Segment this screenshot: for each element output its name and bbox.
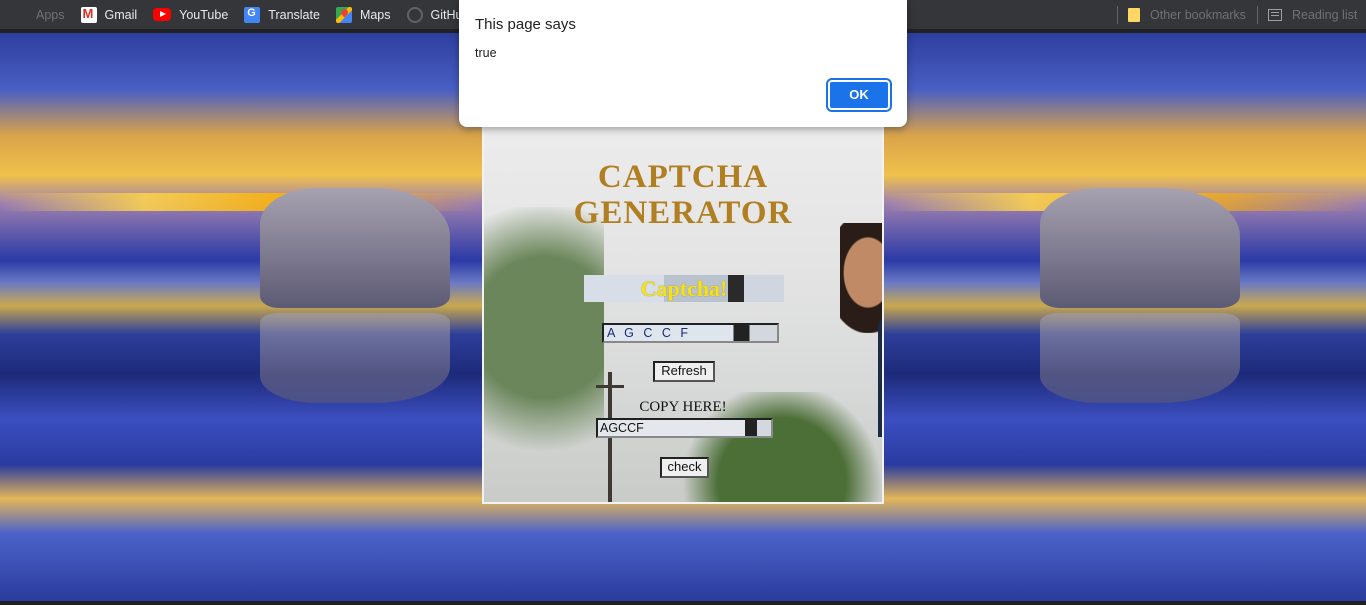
apps-shortcut[interactable]: Apps	[12, 7, 65, 23]
alert-dialog: This page says true OK	[459, 0, 907, 127]
bookmark-translate[interactable]: Translate	[244, 6, 320, 23]
person-photo	[840, 223, 882, 333]
apps-label: Apps	[36, 7, 65, 22]
bookmark-label: Gmail	[104, 7, 138, 22]
bookmark-youtube[interactable]: YouTube	[153, 8, 228, 22]
tree-foliage	[484, 207, 604, 502]
utility-pole	[608, 372, 612, 502]
captcha-banner-text: Captcha!	[640, 276, 728, 301]
divider	[1257, 5, 1258, 24]
captcha-card: CAPTCHA GENERATOR Captcha! A G C C F Ref…	[482, 125, 884, 504]
rock-reflection	[1040, 313, 1240, 403]
apps-grid-icon	[12, 7, 28, 23]
title-line-2: GENERATOR	[573, 195, 793, 231]
reading-list-icon	[1268, 8, 1282, 21]
page-title: CAPTCHA GENERATOR	[484, 159, 882, 231]
reading-list[interactable]: Reading list	[1257, 0, 1357, 29]
bookmark-label: YouTube	[179, 7, 229, 22]
utility-pole-bar	[596, 385, 624, 388]
copy-here-label: COPY HERE!	[639, 399, 727, 415]
bottom-edge	[0, 601, 1366, 605]
maps-icon	[335, 6, 352, 23]
dialog-title: This page says	[475, 16, 576, 33]
captcha-input[interactable]: AGCCF	[596, 418, 773, 438]
github-icon	[406, 6, 423, 23]
bookmark-label: Maps	[359, 7, 391, 22]
rock-formation	[260, 188, 450, 308]
dialog-message: true	[475, 46, 497, 60]
folder-icon	[1128, 7, 1140, 22]
translate-icon	[244, 6, 261, 23]
check-button[interactable]: check	[660, 457, 709, 478]
youtube-icon	[153, 8, 172, 21]
rock-formation	[1040, 188, 1240, 308]
reading-list-label: Reading list	[1292, 7, 1358, 22]
rock-reflection	[260, 313, 450, 403]
captcha-banner: Captcha!	[584, 275, 784, 302]
refresh-button[interactable]: Refresh	[653, 361, 715, 382]
ok-button[interactable]: OK	[826, 78, 892, 112]
other-bookmarks[interactable]: Other bookmarks	[1117, 0, 1246, 29]
divider	[1117, 5, 1118, 24]
gmail-icon	[80, 6, 97, 23]
person-photo-body	[878, 317, 882, 437]
title-line-1: CAPTCHA	[597, 159, 769, 195]
bookmark-gmail[interactable]: Gmail	[80, 6, 138, 23]
bookmark-maps[interactable]: Maps	[335, 6, 391, 23]
other-bookmarks-label: Other bookmarks	[1150, 7, 1246, 22]
captcha-code-display: A G C C F	[602, 323, 779, 343]
bookmark-label: Translate	[268, 7, 320, 22]
